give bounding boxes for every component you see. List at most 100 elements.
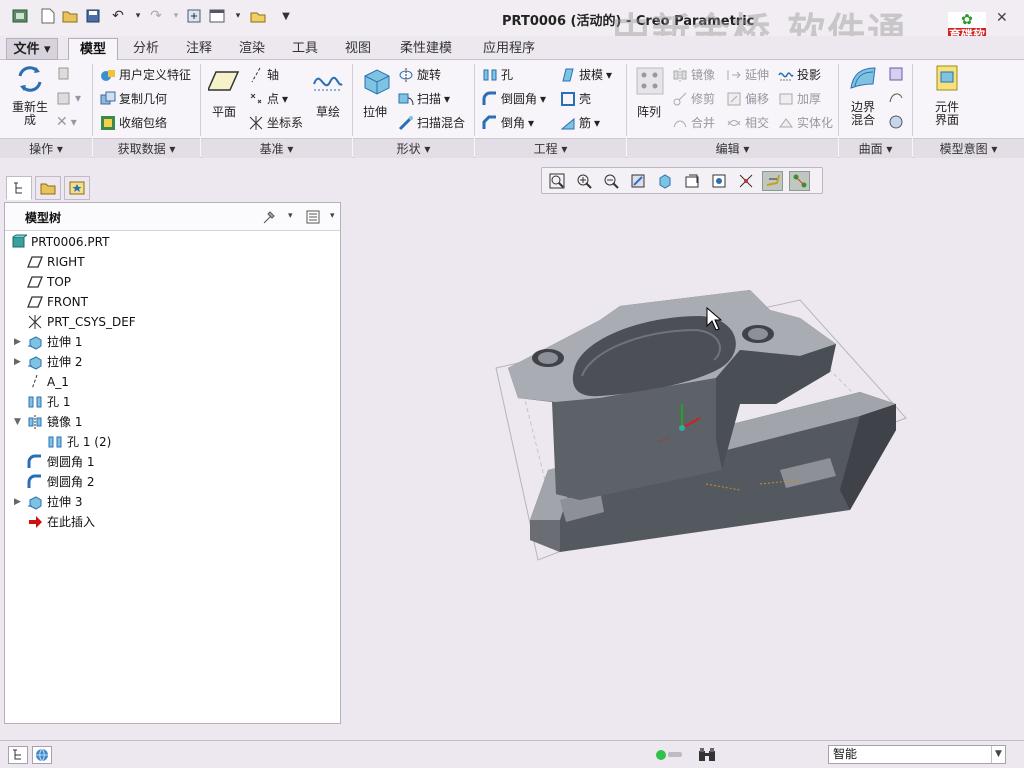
extend-button[interactable]: 延伸 [726,66,769,83]
project-button[interactable]: 投影 [778,66,821,83]
selection-filter-select[interactable]: 智能 ▼ [828,745,1006,764]
mirror-button[interactable]: 镜像 [672,66,715,83]
view-manager-button[interactable] [708,171,729,191]
save-icon[interactable] [85,8,101,24]
part-model-3d[interactable] [346,196,1024,740]
group-operations[interactable]: 操作 ▾ [0,138,92,158]
tree-item[interactable]: PRT_CSYS_DEF [27,312,136,332]
extrude-button[interactable]: 拉伸 [356,66,394,120]
tree-item[interactable]: 拉伸 3 [27,492,82,512]
tab-model[interactable]: 模型 [68,38,118,61]
undo-dropdown-icon[interactable]: ▾ [130,8,146,24]
thicken-button[interactable]: 加厚 [778,90,821,107]
zoom-out-button[interactable] [600,171,621,191]
datum-display-button[interactable] [762,171,783,191]
new-file-icon[interactable] [40,8,56,24]
offset-button[interactable]: 偏移 [726,90,769,107]
tree-item[interactable]: 孔 1 [27,392,70,412]
open-folder-icon[interactable] [62,8,78,24]
sweep-button[interactable]: 扫描 ▾ [398,90,450,107]
tab-render[interactable]: 渲染 [231,38,273,60]
tree-item[interactable]: 拉伸 2 [27,352,82,372]
shell-button[interactable]: 壳 [560,90,591,107]
delete-button[interactable]: ✕ ▾ [56,114,77,130]
round-button[interactable]: 倒圆角 ▾ [482,90,546,107]
windows-dropdown-icon[interactable]: ▾ [230,8,246,24]
repaint-button[interactable] [627,171,648,191]
redo-icon[interactable]: ↷ [148,8,164,24]
tab-model-tree[interactable] [6,176,32,200]
graphics-viewport[interactable] [346,196,1024,740]
tab-favorites[interactable] [64,176,90,200]
tree-item[interactable]: A_1 [27,372,69,392]
tree-item[interactable]: FRONT [27,292,88,312]
show-menu-icon[interactable] [305,209,321,228]
trim-button[interactable]: 修剪 [672,90,715,107]
close-icon[interactable]: ✕ [996,10,1008,26]
annotation-display-button[interactable] [789,171,810,191]
style-button[interactable] [888,90,904,106]
swept-blend-button[interactable]: 扫描混合 [398,114,465,131]
tree-item[interactable]: 孔 1 (2) [47,432,111,452]
browser-toggle-button[interactable] [32,746,52,764]
regenerate-button[interactable]: 重新生 成 [8,64,52,127]
plane-button[interactable]: 平面 [206,66,242,120]
shrinkwrap-button[interactable]: 收缩包络 [100,114,167,131]
find-icon[interactable] [698,747,716,766]
chamfer-button[interactable]: 倒角 ▾ [482,114,534,131]
expand-icon[interactable]: ▶ [14,338,22,347]
tab-tools[interactable]: 工具 [284,38,326,60]
expand-icon[interactable]: ▶ [14,498,22,507]
pattern-button[interactable]: 阵列 [630,66,668,120]
saved-views-button[interactable] [681,171,702,191]
fill-button[interactable] [888,66,904,82]
intersect-button[interactable]: 相交 [726,114,769,131]
tab-view[interactable]: 视图 [337,38,379,60]
tab-file[interactable]: 文件 ▾ [6,38,58,60]
tab-folder-browser[interactable] [35,176,61,200]
tree-item[interactable]: 镜像 1 [27,412,82,432]
windows-icon[interactable] [209,8,225,24]
hole-button[interactable]: 孔 [482,66,513,83]
group-model-intent[interactable]: 模型意图 ▾ [913,138,1024,158]
copy-button[interactable] [56,66,72,82]
tree-item[interactable]: 倒圆角 1 [27,452,94,472]
display-style-button[interactable] [654,171,675,191]
expand-icon[interactable]: ▶ [14,358,22,367]
undo-icon[interactable]: ↶ [110,8,126,24]
solidify-button[interactable]: 实体化 [778,114,833,131]
group-editing[interactable]: 编辑 ▾ [627,138,838,158]
freestyle-button[interactable] [888,114,904,130]
component-interface-button[interactable]: 元件 界面 [922,64,972,127]
toggle-navigator-button[interactable] [8,746,28,764]
sketch-button[interactable]: 草绘 [308,66,348,120]
redo-dropdown-icon[interactable]: ▾ [168,8,184,24]
customize-toolbar-icon[interactable]: ▼ [278,8,294,24]
csys-button[interactable]: 坐标系 [248,114,303,131]
tree-item[interactable]: RIGHT [27,252,85,272]
axis-button[interactable]: 轴 [248,66,279,83]
perspective-button[interactable] [735,171,756,191]
rib-button[interactable]: 筋 ▾ [560,114,600,131]
group-surfaces[interactable]: 曲面 ▾ [839,138,912,158]
show-dropdown-icon[interactable]: ▾ [330,211,335,221]
tree-item[interactable]: 拉伸 1 [27,332,82,352]
close-window-icon[interactable] [250,8,266,24]
boundary-blend-button[interactable]: 边界 混合 [842,64,884,127]
group-get-data[interactable]: 获取数据 ▾ [93,138,200,158]
copy-geometry-button[interactable]: 复制几何 [100,90,167,107]
tab-applications[interactable]: 应用程序 [473,38,545,60]
group-shapes[interactable]: 形状 ▾ [353,138,474,158]
tab-flexible-modeling[interactable]: 柔性建模 [390,38,462,60]
group-engineering[interactable]: 工程 ▾ [475,138,626,158]
tab-annotate[interactable]: 注释 [178,38,220,60]
tree-item[interactable]: TOP [27,272,71,292]
tree-item[interactable]: 在此插入 [27,512,95,532]
collapse-icon[interactable]: ▼ [14,418,22,427]
merge-button[interactable]: 合并 [672,114,715,131]
point-button[interactable]: 点 ▾ [248,90,288,107]
udf-button[interactable]: 用户定义特征 [100,66,191,83]
settings-dropdown-icon[interactable]: ▾ [288,211,293,221]
zoom-in-button[interactable] [573,171,594,191]
tree-item[interactable]: 倒圆角 2 [27,472,94,492]
